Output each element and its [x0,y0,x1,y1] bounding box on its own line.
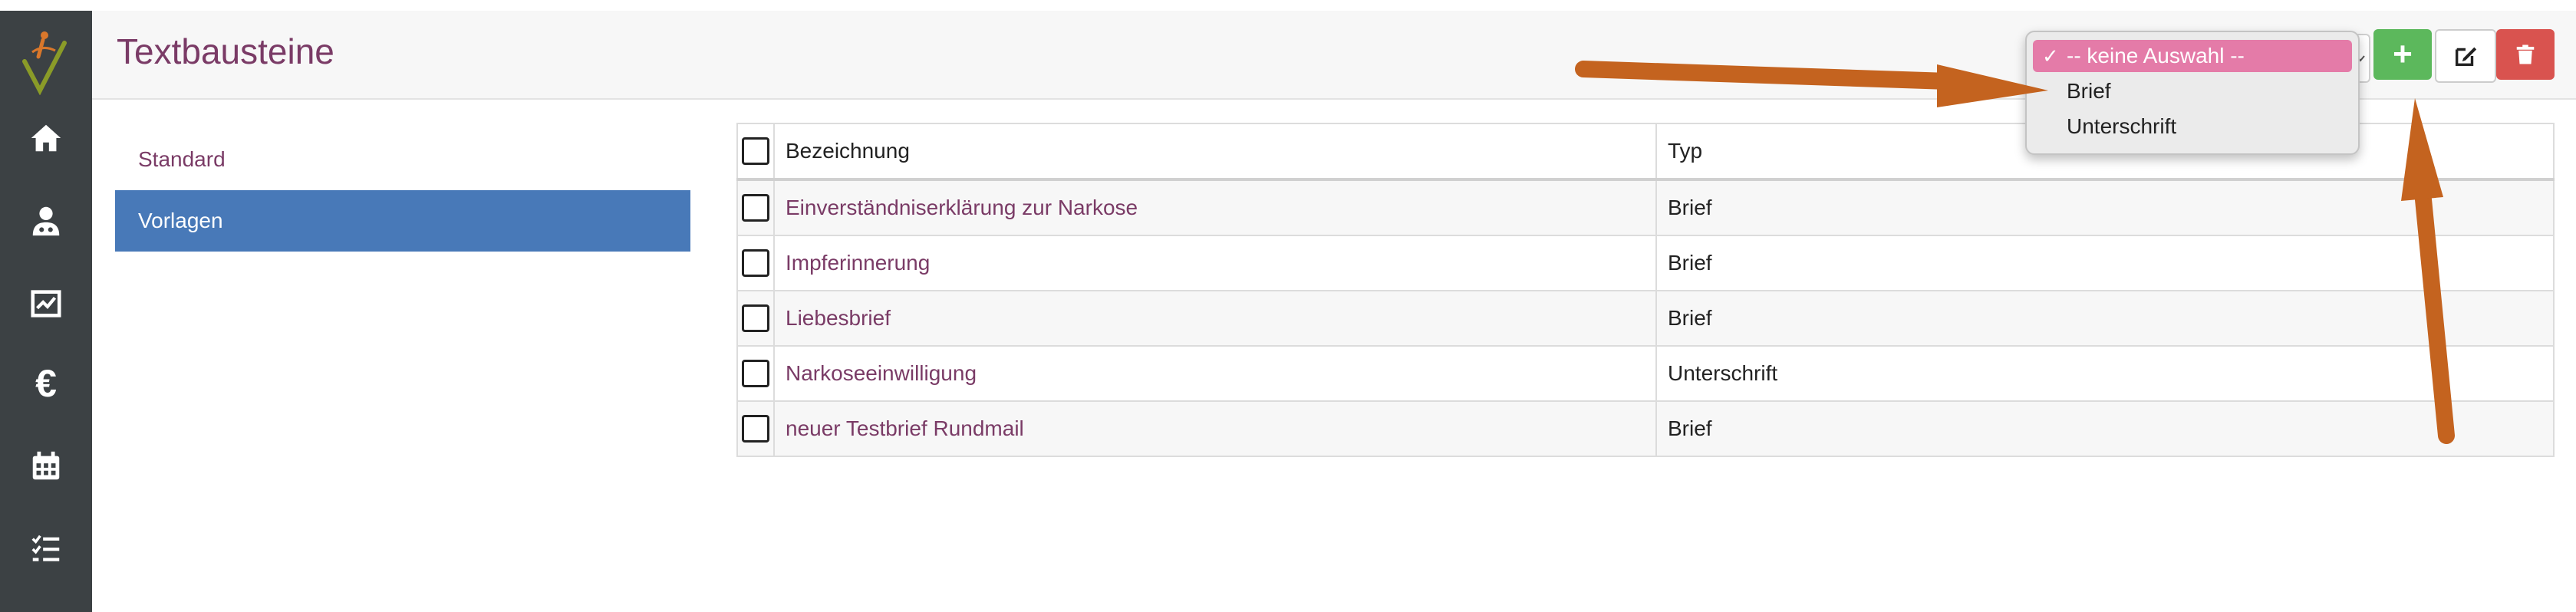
dropdown-option-label: Brief [2067,79,2111,103]
dropdown-option-label: Unterschrift [2067,114,2177,138]
dropdown-option-unterschrift[interactable]: Unterschrift [2033,110,2352,143]
table-row: neuer Testbrief Rundmail Brief [736,400,2555,457]
table-row: Impferinnerung Brief [736,235,2555,291]
delete-button[interactable] [2496,29,2555,80]
row-name-link[interactable]: Einverständniserklärung zur Narkose [786,196,1138,219]
euro-symbol: € [35,362,57,405]
add-button[interactable]: + [2373,29,2432,80]
row-name-cell: Impferinnerung [773,235,1657,291]
row-checkbox-cell [736,235,775,291]
row-checkbox[interactable] [742,249,769,277]
column-header-bezeichnung[interactable]: Bezeichnung [773,123,1657,181]
row-checkbox[interactable] [742,360,769,387]
row-checkbox-cell [736,179,775,236]
row-checkbox[interactable] [742,304,769,332]
check-icon: ✓ [2042,44,2059,67]
submenu-item-vorlagen[interactable]: Vorlagen [115,190,690,252]
task-list-icon[interactable] [23,526,69,572]
row-name-cell: Liebesbrief [773,290,1657,347]
row-name-link[interactable]: Liebesbrief [786,306,891,330]
table-row: Einverständniserklärung zur Narkose Brie… [736,179,2555,236]
table-row: Narkoseeinwilligung Unterschrift [736,345,2555,402]
user-doctor-icon[interactable] [23,198,69,244]
select-all-checkbox[interactable] [742,137,769,165]
type-select-dropdown: ✓ -- keine Auswahl -- Brief Unterschrift [2025,31,2360,155]
dropdown-option-brief[interactable]: Brief [2033,75,2352,107]
edit-button[interactable] [2435,29,2496,83]
row-checkbox-cell [736,290,775,347]
row-type-cell: Brief [1655,235,2555,291]
row-type-cell: Unterschrift [1655,345,2555,402]
row-name-cell: neuer Testbrief Rundmail [773,400,1657,457]
select-all-cell [736,123,775,181]
row-name-link[interactable]: Narkoseeinwilligung [786,361,977,385]
edit-icon [2455,47,2477,67]
euro-icon[interactable]: € [23,360,69,406]
row-name-cell: Einverständniserklärung zur Narkose [773,179,1657,236]
row-type-cell: Brief [1655,179,2555,236]
submenu-item-standard[interactable]: Standard [115,129,690,190]
row-type-cell: Brief [1655,400,2555,457]
row-checkbox[interactable] [742,194,769,222]
home-icon[interactable] [23,115,69,161]
page-title: Textbausteine [117,31,334,71]
row-name-link[interactable]: Impferinnerung [786,251,930,275]
row-type-cell: Brief [1655,290,2555,347]
row-checkbox[interactable] [742,415,769,443]
textbausteine-table: Bezeichnung Typ Einverständniserklärung … [736,123,2555,457]
calendar-icon[interactable] [23,443,69,489]
submenu: Standard Vorlagen [115,129,690,252]
row-checkbox-cell [736,345,775,402]
app-logo[interactable] [17,26,75,96]
row-checkbox-cell [736,400,775,457]
plus-icon: + [2393,35,2413,73]
trash-icon [2516,44,2535,64]
sidebar: € [0,11,92,612]
chart-icon[interactable] [23,281,69,327]
dropdown-option-keine-auswahl[interactable]: ✓ -- keine Auswahl -- [2033,40,2352,72]
table-row: Liebesbrief Brief [736,290,2555,347]
row-name-link[interactable]: neuer Testbrief Rundmail [786,416,1024,440]
dropdown-option-label: -- keine Auswahl -- [2067,44,2245,67]
row-name-cell: Narkoseeinwilligung [773,345,1657,402]
